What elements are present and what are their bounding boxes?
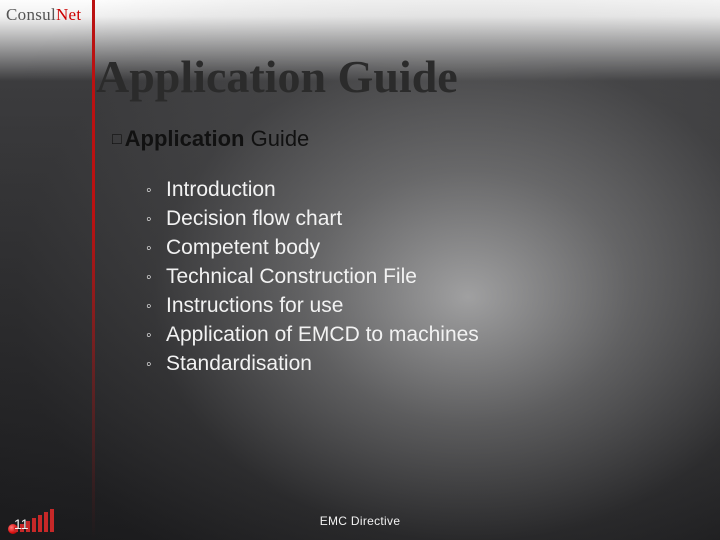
list-item: Introduction	[146, 176, 479, 205]
logo-part2: Net	[56, 5, 81, 24]
vertical-accent-line	[92, 0, 95, 540]
item-list: Introduction Decision flow chart Compete…	[146, 176, 479, 379]
footer: EMC Directive 11	[0, 516, 720, 532]
footer-text: EMC Directive	[320, 514, 401, 528]
subtitle-app: Application	[125, 126, 245, 151]
list-item: Competent body	[146, 234, 479, 263]
logo: ConsulNet	[6, 5, 81, 25]
subtitle-guide: Guide	[251, 126, 310, 151]
list-item: Technical Construction File	[146, 263, 479, 292]
logo-part1: Consul	[6, 5, 56, 24]
subtitle: □Application Guide	[112, 126, 309, 152]
list-item: Instructions for use	[146, 292, 479, 321]
slide: ConsulNet Application Guide □Application…	[0, 0, 720, 540]
bullet-square-icon: □	[112, 131, 122, 148]
page-number: 11	[14, 516, 29, 532]
list-item: Application of EMCD to machines	[146, 321, 479, 350]
page-title: Application Guide	[96, 50, 458, 103]
list-item: Decision flow chart	[146, 205, 479, 234]
list-item: Standardisation	[146, 350, 479, 379]
